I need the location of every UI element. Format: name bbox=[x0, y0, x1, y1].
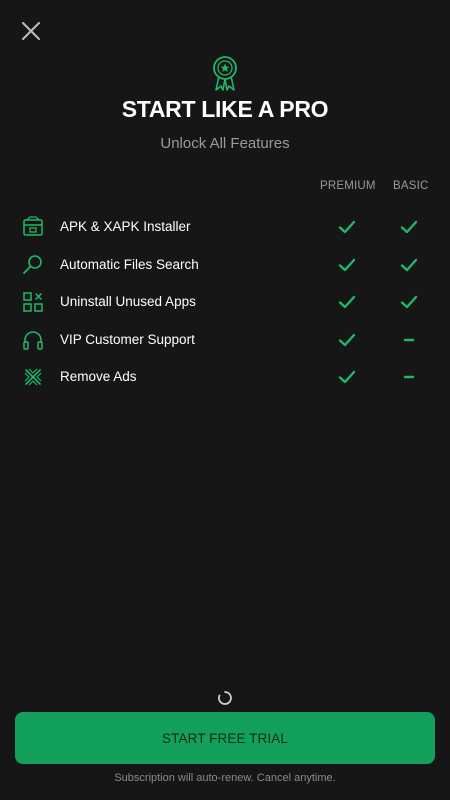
dash-icon bbox=[403, 338, 415, 342]
close-button[interactable] bbox=[18, 18, 44, 44]
close-icon bbox=[22, 22, 40, 40]
check-icon bbox=[338, 295, 356, 309]
feature-row: Automatic Files Search bbox=[0, 246, 450, 284]
feature-row: Remove Ads bbox=[0, 358, 450, 396]
feature-label: APK & XAPK Installer bbox=[60, 219, 191, 234]
loading-spinner-icon bbox=[218, 691, 232, 705]
dash-icon bbox=[403, 375, 415, 379]
feature-label: Remove Ads bbox=[60, 369, 137, 384]
page-subtitle: Unlock All Features bbox=[160, 135, 290, 152]
feature-row: VIP Customer Support bbox=[0, 321, 450, 359]
check-icon bbox=[338, 370, 356, 384]
feature-label: Automatic Files Search bbox=[60, 257, 199, 272]
check-icon bbox=[400, 220, 418, 234]
check-icon bbox=[338, 258, 356, 272]
subscription-note: Subscription will auto-renew. Cancel any… bbox=[114, 772, 336, 784]
check-icon bbox=[338, 220, 356, 234]
feature-row: APK & XAPK Installer bbox=[0, 208, 450, 246]
feature-label: VIP Customer Support bbox=[60, 332, 195, 347]
feature-label: Uninstall Unused Apps bbox=[60, 294, 196, 309]
check-icon bbox=[338, 333, 356, 347]
check-icon bbox=[400, 258, 418, 272]
package-icon bbox=[23, 216, 43, 236]
award-ribbon-icon bbox=[213, 56, 237, 91]
search-icon bbox=[23, 255, 42, 274]
column-header-basic: BASIC bbox=[393, 180, 429, 192]
apps-grid-icon bbox=[23, 292, 43, 312]
headphones-icon bbox=[23, 331, 43, 350]
check-icon bbox=[400, 295, 418, 309]
start-free-trial-button[interactable]: START FREE TRIAL bbox=[15, 712, 435, 764]
page-title: START LIKE A PRO bbox=[121, 96, 329, 122]
remove-ads-icon bbox=[24, 368, 42, 386]
feature-row: Uninstall Unused Apps bbox=[0, 283, 450, 321]
column-header-premium: PREMIUM bbox=[320, 180, 376, 192]
